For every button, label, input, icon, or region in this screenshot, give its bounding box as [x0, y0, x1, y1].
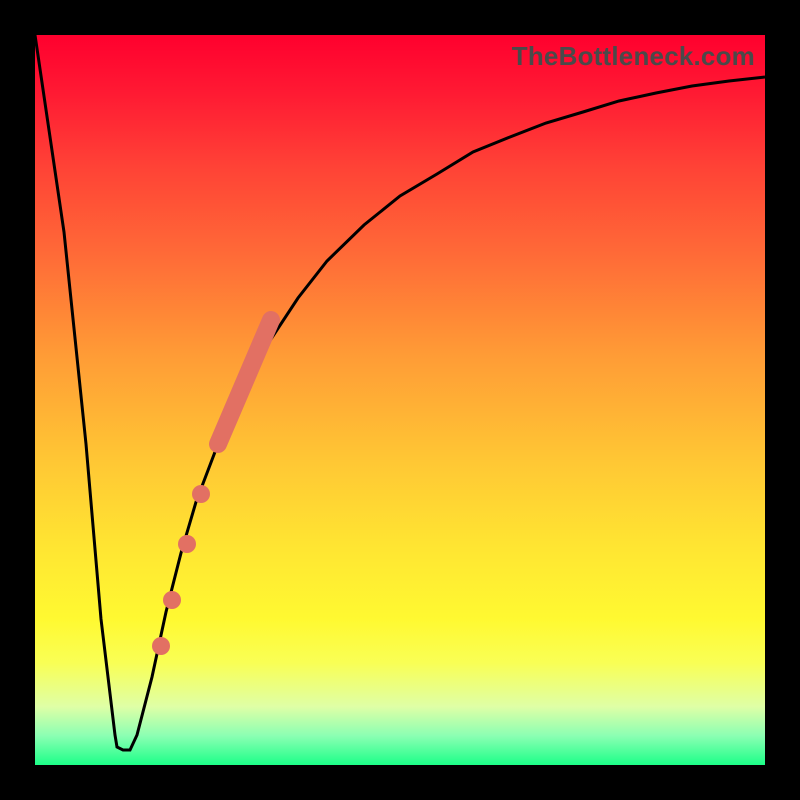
chart-frame: TheBottleneck.com: [0, 0, 800, 800]
bottleneck-curve: [35, 35, 765, 750]
curve-layer: [35, 35, 765, 765]
highlight-dot: [192, 485, 210, 503]
highlight-dot: [163, 591, 181, 609]
highlight-segment: [218, 320, 271, 444]
highlight-dot: [178, 535, 196, 553]
highlight-dot: [152, 637, 170, 655]
plot-area: TheBottleneck.com: [35, 35, 765, 765]
